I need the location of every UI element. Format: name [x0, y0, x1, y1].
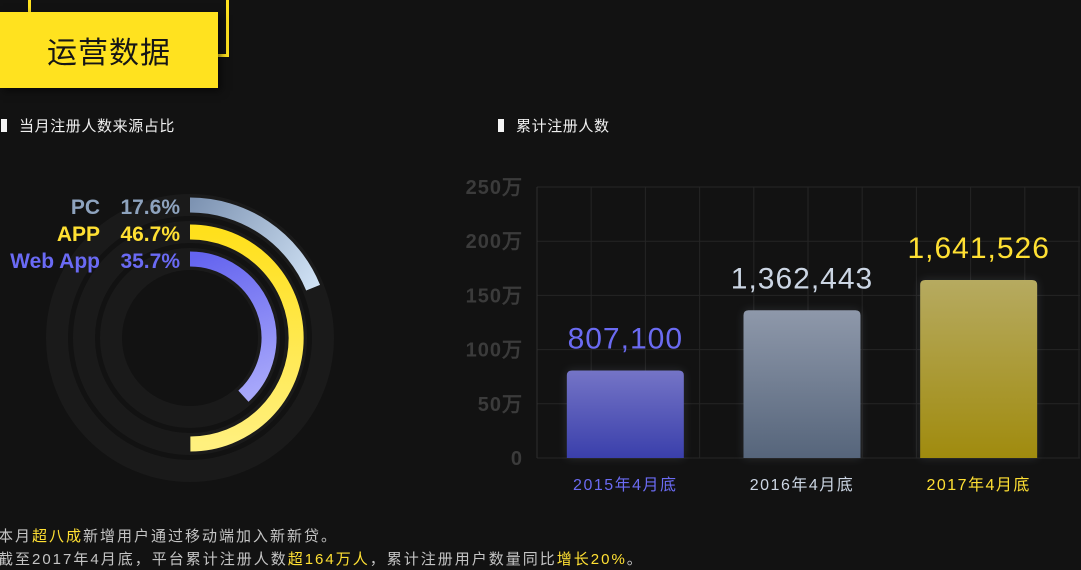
y-tick-label: 100万: [466, 340, 523, 362]
y-tick-label: 200万: [466, 231, 523, 253]
radial-value-label: 35.7%: [120, 250, 180, 273]
bar-data-label: 1,362,443: [731, 262, 873, 295]
summary-text-segment: 。: [626, 551, 644, 568]
summary-line-1: 本月超八成新增用户通过移动端加入新新贷。: [0, 525, 644, 548]
radial-bar-chart-source-share: PC 17.6% APP 46.7% Web App 35.7%: [10, 194, 334, 482]
charts-canvas: PC 17.6% APP 46.7% Web App 35.7% 0 50万 100万 150万…: [10, 177, 1080, 494]
operations-data-panel: 运营数据 当月注册人数来源占比 累计注册人数 PC 17.6% APP 46.7% We…: [0, 0, 1081, 570]
summary-highlight: 增长20%: [556, 551, 627, 568]
summary-text-segment: 新增用户通过移动端加入新新贷。: [83, 528, 339, 545]
summary-text-segment: 本月: [0, 528, 33, 545]
y-tick-label: 0: [511, 448, 523, 470]
bar-data-label: 1,641,526: [907, 232, 1049, 265]
summary-highlight: 超164万人: [287, 551, 370, 568]
radial-value-label: 17.6%: [120, 196, 180, 219]
radial-labels: PC 17.6% APP 46.7% Web App 35.7%: [10, 196, 180, 273]
summary-text-segment: 截至2017年4月底，平台累计注册人数: [0, 551, 288, 568]
bar-series: [566, 280, 1038, 458]
summary-line-2: 截至2017年4月底，平台累计注册人数超164万人，累计注册用户数量同比增长20…: [0, 548, 644, 570]
summary-highlight: 超八成: [32, 528, 84, 545]
bar-chart-cumulative-registrations: 0 50万 100万 150万 200万 250万 807,100 1,362,443 1,6…: [466, 177, 1080, 494]
x-tick-label: 2015年4月底: [573, 476, 678, 494]
radial-category-label: APP: [57, 223, 100, 246]
y-tick-label: 50万: [478, 394, 523, 416]
y-tick-label: 250万: [466, 177, 523, 199]
x-tick-label: 2017年4月底: [926, 476, 1031, 494]
bar-1: [566, 370, 684, 458]
bar-data-label: 807,100: [568, 323, 683, 356]
x-axis-tick-labels: 2015年4月底 2016年4月底 2017年4月底: [573, 476, 1031, 494]
x-tick-label: 2016年4月底: [750, 476, 855, 494]
bar-3: [920, 280, 1038, 458]
y-tick-label: 150万: [466, 285, 523, 307]
radial-category-label: PC: [71, 196, 100, 219]
summary-text-segment: ，累计注册用户数量同比: [369, 551, 557, 568]
bar-2: [743, 310, 861, 458]
radial-category-label: Web App: [10, 250, 100, 273]
radial-value-label: 46.7%: [120, 223, 180, 246]
y-axis-tick-labels: 0 50万 100万 150万 200万 250万: [466, 177, 523, 470]
summary-text: 本月超八成新增用户通过移动端加入新新贷。 截至2017年4月底，平台累计注册人数…: [0, 525, 644, 570]
